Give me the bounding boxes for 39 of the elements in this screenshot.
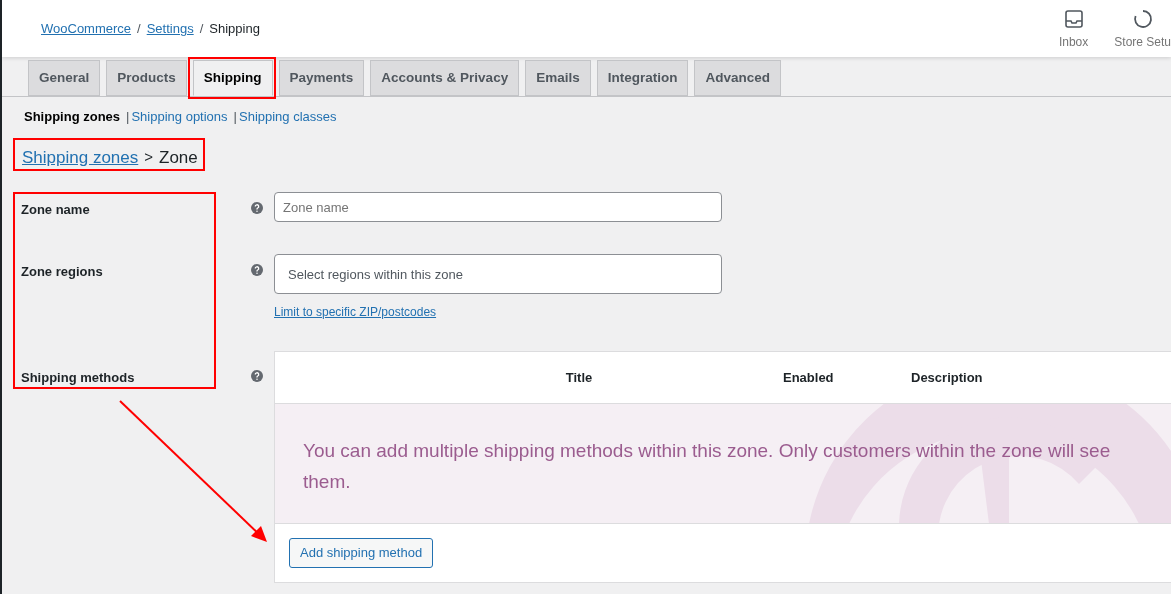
help-icon xyxy=(251,202,263,214)
help-icon xyxy=(251,264,263,276)
settings-tab[interactable]: Emails xyxy=(525,60,591,96)
column-header: Enabled xyxy=(783,368,835,387)
shipping-zones-link[interactable]: Shipping zones xyxy=(22,144,139,170)
page-heading: Zone xyxy=(159,146,198,169)
zone-name-field[interactable]: Zone name xyxy=(274,192,722,222)
postcode-link[interactable]: Limit to specific ZIP/postcodes xyxy=(274,303,437,321)
settings-tab[interactable]: General xyxy=(28,60,101,96)
inbox-icon xyxy=(1063,8,1084,29)
settings-tab[interactable]: Integration xyxy=(596,60,689,96)
field-label: Shipping methods xyxy=(21,369,136,387)
header-action[interactable]: Store Setu xyxy=(1114,8,1171,51)
breadcrumb-current: Shipping xyxy=(209,19,260,38)
settings-tab[interactable]: Products xyxy=(106,60,187,96)
header-action[interactable]: Inbox xyxy=(1058,8,1089,51)
subnav-separator: | xyxy=(232,108,238,126)
column-header: Description xyxy=(911,368,984,387)
settings-tab[interactable]: Advanced xyxy=(694,60,781,96)
column-header: Title xyxy=(564,368,593,387)
subnav-link[interactable]: Shipping zones xyxy=(24,107,121,127)
empty-message: You can add multiple shipping methods within this zone. Only customers within the zone will see them. xyxy=(303,439,1112,494)
breadcrumb-link[interactable]: Settings xyxy=(146,18,194,39)
add-shipping-method-button[interactable]: Add shipping method xyxy=(289,538,434,568)
settings-tab[interactable]: Accounts & Privacy xyxy=(370,60,520,96)
settings-tab[interactable]: Shipping xyxy=(192,60,273,96)
subnav-separator: | xyxy=(125,108,131,126)
breadcrumb-separator: / xyxy=(199,19,204,38)
help-icon xyxy=(251,370,263,382)
breadcrumb-separator: / xyxy=(137,19,141,38)
subnav-link[interactable]: Shipping classes xyxy=(239,107,337,127)
breadcrumb-link[interactable]: WooCommerce xyxy=(41,18,132,39)
spinner-icon xyxy=(1132,8,1153,29)
field-label: Zone regions xyxy=(21,263,104,281)
settings-tab[interactable]: Payments xyxy=(278,60,365,96)
subnav-link[interactable]: Shipping options xyxy=(131,107,228,127)
field-label: Zone name xyxy=(21,201,91,219)
zone-regions-field[interactable]: Select regions within this zone xyxy=(274,254,722,294)
heading-separator: > xyxy=(144,147,154,167)
